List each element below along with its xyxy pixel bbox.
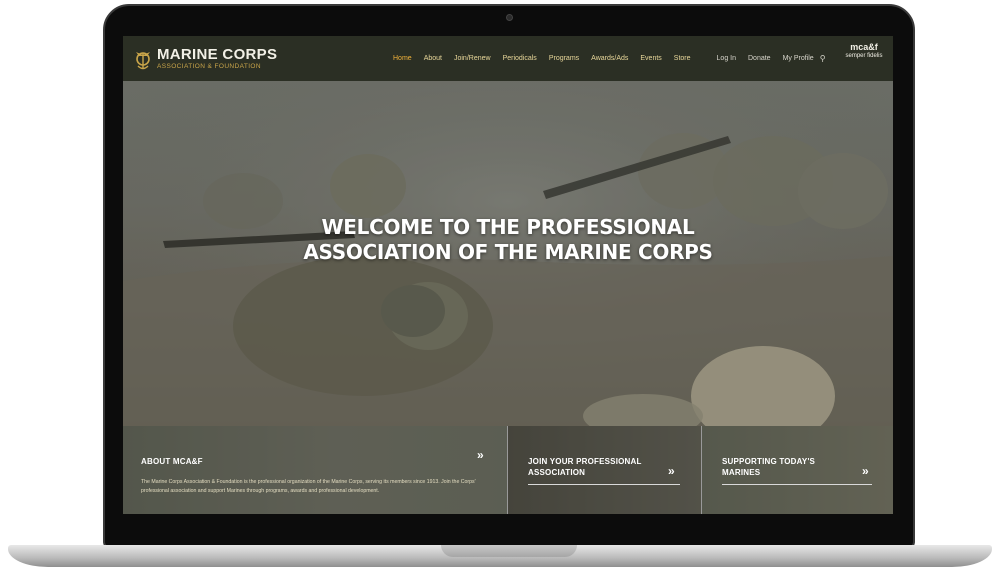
chevron-right-icon[interactable]: » bbox=[477, 448, 484, 462]
site-header: MARINE CORPS ASSOCIATION & FOUNDATION Ho… bbox=[123, 36, 893, 81]
laptop-screen: MARINE CORPS ASSOCIATION & FOUNDATION Ho… bbox=[123, 36, 893, 514]
support-title-line-1: SUPPORTING TODAY'S bbox=[722, 457, 816, 466]
nav-item-home[interactable]: Home bbox=[393, 55, 412, 62]
nav-item-events[interactable]: Events bbox=[640, 55, 661, 62]
chevron-right-icon[interactable]: » bbox=[668, 464, 675, 478]
chevron-right-icon[interactable]: » bbox=[862, 464, 869, 478]
laptop-mockup: MARINE CORPS ASSOCIATION & FOUNDATION Ho… bbox=[0, 0, 1000, 582]
support-panel-title: SUPPORTING TODAY'S MARINES bbox=[722, 456, 815, 478]
nav-item-awards[interactable]: Awards/Ads bbox=[591, 55, 628, 62]
join-panel-title: JOIN YOUR PROFESSIONAL ASSOCIATION bbox=[528, 456, 642, 478]
logo-wordmark: MARINE CORPS ASSOCIATION & FOUNDATION bbox=[157, 47, 277, 71]
support-panel[interactable]: SUPPORTING TODAY'S MARINES » bbox=[701, 426, 893, 514]
site-logo[interactable]: MARINE CORPS ASSOCIATION & FOUNDATION bbox=[133, 46, 373, 72]
mcaf-badge-logo[interactable]: mca&f semper fidelis bbox=[845, 42, 883, 73]
laptop-notch bbox=[441, 545, 577, 557]
my-profile-link[interactable]: My Profile bbox=[783, 55, 814, 62]
nav-item-programs[interactable]: Programs bbox=[549, 55, 579, 62]
logo-title: MARINE CORPS bbox=[157, 45, 278, 63]
about-panel-text: The Marine Corps Association & Foundatio… bbox=[141, 479, 476, 494]
nav-item-about[interactable]: About bbox=[424, 55, 442, 62]
nav-item-periodicals[interactable]: Periodicals bbox=[503, 55, 537, 62]
nav-item-store[interactable]: Store bbox=[674, 55, 691, 62]
join-panel[interactable]: JOIN YOUR PROFESSIONAL ASSOCIATION » bbox=[507, 426, 701, 514]
logo-subtitle: ASSOCIATION & FOUNDATION bbox=[157, 62, 261, 70]
hero-title: WELCOME TO THE PROFESSIONAL ASSOCIATION … bbox=[123, 215, 893, 265]
hero-title-line-2: ASSOCIATION OF THE MARINE CORPS bbox=[303, 240, 713, 264]
about-panel-title: ABOUT MCA&F bbox=[141, 457, 203, 466]
login-link[interactable]: Log In bbox=[717, 55, 736, 62]
main-nav: Home About Join/Renew Periodicals Progra… bbox=[393, 55, 691, 62]
badge-line-1: mca&f bbox=[850, 42, 878, 52]
hero-banner: WELCOME TO THE PROFESSIONAL ASSOCIATION … bbox=[123, 81, 893, 426]
search-icon[interactable]: ⚲ bbox=[820, 54, 826, 63]
donate-link[interactable]: Donate bbox=[748, 55, 771, 62]
panel-underline bbox=[722, 484, 872, 485]
support-title-line-2: MARINES bbox=[722, 468, 761, 477]
hero-title-line-1: WELCOME TO THE PROFESSIONAL bbox=[321, 215, 695, 239]
webcam bbox=[506, 14, 513, 21]
feature-panels: ABOUT MCA&F » The Marine Corps Associati… bbox=[123, 426, 893, 514]
about-panel[interactable]: ABOUT MCA&F » The Marine Corps Associati… bbox=[123, 426, 507, 514]
utility-nav: Log In Donate My Profile bbox=[717, 55, 814, 62]
panel-overlay bbox=[123, 426, 507, 514]
eagle-globe-anchor-icon bbox=[136, 51, 150, 69]
nav-item-join-renew[interactable]: Join/Renew bbox=[454, 55, 491, 62]
panel-underline bbox=[528, 484, 680, 485]
join-title-line-2: ASSOCIATION bbox=[528, 468, 586, 477]
join-title-line-1: JOIN YOUR PROFESSIONAL bbox=[528, 457, 642, 466]
badge-line-2: semper fidelis bbox=[845, 52, 883, 59]
